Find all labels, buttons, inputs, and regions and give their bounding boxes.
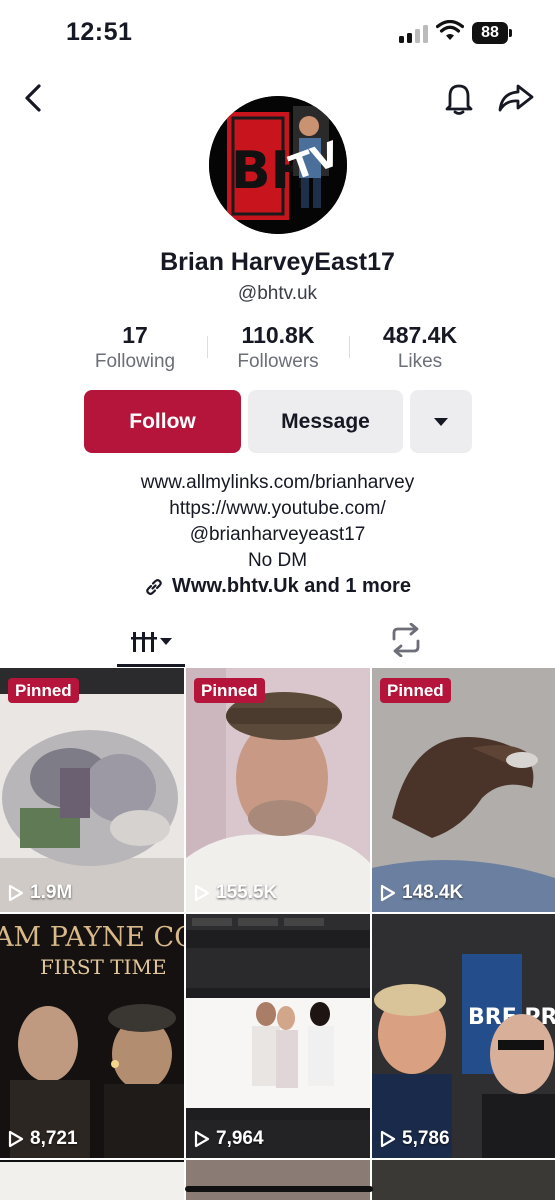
- view-count: 148.4K: [380, 882, 463, 904]
- followers-count: 110.8K: [241, 322, 315, 348]
- link-icon: [146, 578, 162, 595]
- following-count: 17: [122, 322, 148, 348]
- video-tile[interactable]: Pinned 148.4K: [372, 668, 555, 912]
- video-thumbnail: [186, 668, 370, 912]
- video-thumbnail: [186, 914, 370, 1158]
- pinned-badge: Pinned: [380, 678, 451, 703]
- video-grid: Pinned 1.9M Pinned 155.5K Pinned 148.4K …: [0, 668, 555, 1200]
- grid-bars-icon: [130, 631, 157, 652]
- tab-videos[interactable]: [117, 615, 185, 668]
- video-tile[interactable]: [0, 1160, 184, 1200]
- home-indicator[interactable]: [185, 1186, 373, 1192]
- view-count-text: 5,786: [402, 1128, 450, 1149]
- tab-dropdown-icon: [159, 638, 172, 645]
- video-tile[interactable]: [372, 1160, 555, 1200]
- status-bar: 12:51 88: [0, 0, 555, 66]
- battery-level: 88: [472, 22, 508, 44]
- caret-down-icon: [434, 417, 448, 426]
- followers-label: Followers: [237, 351, 319, 372]
- video-thumbnail: [0, 1160, 184, 1200]
- view-count: 1.9M: [8, 882, 72, 904]
- video-tile[interactable]: Pinned 155.5K: [186, 668, 370, 912]
- wifi-icon: [436, 20, 464, 40]
- username: @bhtv.uk: [237, 283, 318, 304]
- repost-icon[interactable]: [388, 623, 424, 657]
- following-label: Following: [94, 351, 176, 372]
- play-icon: [194, 884, 210, 902]
- tab-active-indicator: [117, 664, 185, 667]
- video-thumbnail: BRE PRIZ: [372, 914, 555, 1158]
- video-tile[interactable]: AM PAYNE COVE FIRST TIME 8,721: [0, 914, 184, 1158]
- likes-label: Likes: [397, 351, 443, 372]
- stat-likes[interactable]: 487.4K Likes: [350, 322, 490, 373]
- view-count: 5,786: [380, 1128, 450, 1150]
- avatar[interactable]: BH TV: [209, 96, 347, 234]
- more-options-button[interactable]: [410, 390, 472, 453]
- bhtv-logo: BH TV: [209, 96, 347, 234]
- view-count-text: 1.9M: [30, 882, 73, 903]
- play-icon: [8, 1130, 24, 1148]
- cellular-signal-icon: [399, 25, 429, 43]
- bio-link[interactable]: Www.bhtv.Uk and 1 more: [0, 575, 555, 598]
- bio-line: @brianharveyeast17: [189, 524, 366, 545]
- thumbnail-overlay-subtitle: FIRST TIME: [40, 955, 167, 979]
- view-count-text: 8,721: [30, 1128, 78, 1149]
- video-thumbnail: AM PAYNE COVE FIRST TIME: [0, 914, 184, 1158]
- video-thumbnail: [186, 1160, 370, 1200]
- play-icon: [380, 884, 396, 902]
- view-count: 7,964: [194, 1128, 264, 1150]
- stat-followers[interactable]: 110.8K Followers: [208, 322, 348, 373]
- stat-following[interactable]: 17 Following: [65, 322, 205, 373]
- view-count: 8,721: [8, 1128, 78, 1150]
- bio-line: https://www.youtube.com/: [169, 498, 386, 519]
- video-tile[interactable]: 7,964: [186, 914, 370, 1158]
- back-icon[interactable]: [18, 82, 48, 114]
- video-tile[interactable]: BRE PRIZ 5,786: [372, 914, 555, 1158]
- profile-tabs: [0, 615, 555, 668]
- bio-link-text: Www.bhtv.Uk and 1 more: [172, 575, 411, 597]
- video-tile[interactable]: Pinned 1.9M: [0, 668, 184, 912]
- bell-icon[interactable]: [441, 80, 477, 116]
- display-name: Brian HarveyEast17: [160, 248, 395, 276]
- bio-line: No DM: [247, 550, 308, 571]
- video-thumbnail: [372, 668, 555, 912]
- view-count-text: 148.4K: [402, 882, 464, 903]
- play-icon: [8, 884, 24, 902]
- pinned-badge: Pinned: [194, 678, 265, 703]
- video-tile[interactable]: [186, 1160, 370, 1200]
- likes-count: 487.4K: [382, 322, 458, 348]
- pinned-badge: Pinned: [8, 678, 79, 703]
- play-icon: [380, 1130, 396, 1148]
- follow-button[interactable]: Follow: [84, 390, 241, 453]
- video-thumbnail: [372, 1160, 555, 1200]
- video-thumbnail: [0, 668, 184, 912]
- view-count-text: 155.5K: [216, 882, 278, 903]
- status-time: 12:51: [66, 18, 133, 46]
- message-button[interactable]: Message: [248, 390, 403, 453]
- play-icon: [194, 1130, 210, 1148]
- bio: www.allmylinks.com/brianharvey https://w…: [0, 470, 555, 574]
- bio-line: www.allmylinks.com/brianharvey: [140, 472, 415, 493]
- view-count-text: 7,964: [216, 1128, 264, 1149]
- thumbnail-overlay-title: AM PAYNE COVE: [0, 922, 184, 953]
- share-arrow-icon[interactable]: [496, 80, 536, 116]
- battery-icon: 88: [472, 22, 512, 44]
- view-count: 155.5K: [194, 882, 277, 904]
